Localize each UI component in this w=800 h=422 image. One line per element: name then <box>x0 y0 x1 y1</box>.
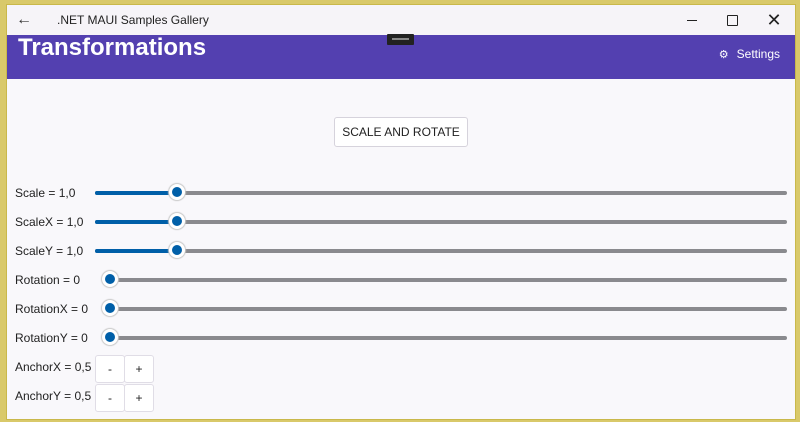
rotation-x-slider-track[interactable] <box>102 307 787 311</box>
anchor-x-minus-button[interactable]: - <box>95 355 125 383</box>
maximize-button[interactable] <box>709 5 755 35</box>
scale-slider-track[interactable] <box>95 191 787 195</box>
rotation-slider-track[interactable] <box>102 278 787 282</box>
scale-x-label: ScaleX = 1,0 <box>15 215 84 229</box>
anchor-x-label: AnchorX = 0,5 <box>15 360 92 374</box>
scale-slider-thumb[interactable] <box>169 184 186 200</box>
anchor-y-label: AnchorY = 0,5 <box>15 389 92 403</box>
scale-slider-row: Scale = 1,0 <box>7 181 795 205</box>
anchor-x-plus-button[interactable]: + <box>124 355 154 383</box>
scale-x-slider-thumb[interactable] <box>169 213 186 229</box>
close-icon: ✕ <box>766 9 782 30</box>
scale-y-slider-thumb[interactable] <box>169 242 186 258</box>
scale-y-label: ScaleY = 1,0 <box>15 244 84 258</box>
drag-handle-icon[interactable] <box>387 34 414 45</box>
settings-label: Settings <box>736 47 780 61</box>
rotation-label: Rotation = 0 <box>15 273 81 287</box>
anchor-y-stepper-row: AnchorY = 0,5 - + <box>7 384 795 412</box>
scale-y-slider-track[interactable] <box>95 249 787 253</box>
maximize-icon <box>726 14 738 26</box>
anchor-y-minus-button[interactable]: - <box>95 384 125 412</box>
minimize-icon <box>687 19 697 21</box>
rotation-y-label: RotationY = 0 <box>15 331 88 345</box>
gear-icon: ⚙ <box>718 48 729 61</box>
scale-and-rotate-button[interactable]: SCALE AND ROTATE <box>334 117 468 147</box>
rotation-x-label: RotationX = 0 <box>15 302 89 316</box>
rotation-y-slider-row: RotationY = 0 <box>7 326 795 350</box>
scale-x-slider-row: ScaleX = 1,0 <box>7 210 795 234</box>
scale-y-slider-fill <box>95 249 178 253</box>
rotation-x-slider-thumb[interactable] <box>102 300 118 316</box>
close-button[interactable]: ✕ <box>751 5 795 35</box>
anchor-y-plus-button[interactable]: + <box>124 384 154 412</box>
app-title: .NET MAUI Samples Gallery <box>57 13 209 27</box>
scale-y-slider-row: ScaleY = 1,0 <box>7 239 795 263</box>
scale-label: Scale = 1,0 <box>15 186 76 200</box>
rotation-y-slider-thumb[interactable] <box>102 329 118 345</box>
settings-button[interactable]: ⚙ Settings <box>719 47 780 61</box>
rotation-x-slider-row: RotationX = 0 <box>7 297 795 321</box>
rotation-slider-thumb[interactable] <box>102 271 118 287</box>
page-header: Transformations ⚙ Settings <box>7 34 795 79</box>
rotation-y-slider-track[interactable] <box>102 336 787 340</box>
page-title: Transformations <box>18 34 207 61</box>
anchor-x-stepper-row: AnchorX = 0,5 - + <box>7 355 795 383</box>
scale-x-slider-fill <box>95 220 178 224</box>
title-bar: ← .NET MAUI Samples Gallery ✕ <box>7 5 795 35</box>
app-window: ← .NET MAUI Samples Gallery ✕ Transforma… <box>6 4 796 420</box>
scale-slider-fill <box>95 191 178 195</box>
back-arrow-icon[interactable]: ← <box>9 11 39 29</box>
rotation-slider-row: Rotation = 0 <box>7 268 795 292</box>
scale-x-slider-track[interactable] <box>95 220 787 224</box>
